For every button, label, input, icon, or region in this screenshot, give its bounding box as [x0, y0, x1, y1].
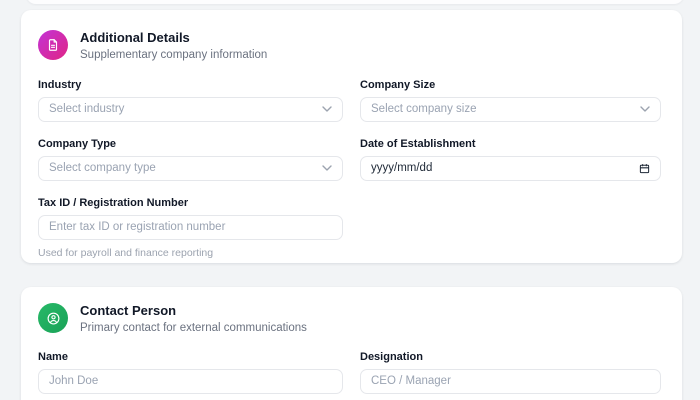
company-type-field: Company Type Select company type: [38, 138, 343, 181]
industry-label: Industry: [38, 79, 343, 91]
section-title: Additional Details: [80, 30, 267, 46]
industry-select[interactable]: Select industry: [38, 97, 343, 122]
date-of-establishment-input[interactable]: yyyy/mm/dd: [360, 156, 661, 181]
company-size-select[interactable]: Select company size: [360, 97, 661, 122]
company-type-select-placeholder: Select company type: [49, 162, 156, 174]
name-field: Name: [38, 351, 343, 394]
designation-field: Designation: [360, 351, 661, 394]
company-type-label: Company Type: [38, 138, 343, 150]
calendar-icon[interactable]: [639, 163, 650, 174]
tax-id-helper-text: Used for payroll and finance reporting: [38, 247, 343, 259]
tax-id-field: Tax ID / Registration Number Used for pa…: [38, 197, 343, 259]
name-label: Name: [38, 351, 343, 363]
designation-input[interactable]: [360, 369, 661, 394]
company-size-label: Company Size: [360, 79, 661, 91]
section-subtitle: Supplementary company information: [80, 49, 267, 61]
section-subtitle: Primary contact for external communicati…: [80, 322, 307, 334]
date-of-establishment-label: Date of Establishment: [360, 138, 661, 150]
industry-select-placeholder: Select industry: [49, 103, 124, 115]
company-size-select-placeholder: Select company size: [371, 103, 476, 115]
chevron-down-icon: [322, 106, 332, 112]
designation-label: Designation: [360, 351, 661, 363]
tax-id-label: Tax ID / Registration Number: [38, 197, 343, 209]
contact-person-card: Contact Person Primary contact for exter…: [21, 287, 682, 400]
section-title: Contact Person: [80, 303, 307, 319]
name-input[interactable]: [38, 369, 343, 394]
previous-card-bottom-edge: [26, 0, 684, 4]
page: Additional Details Supplementary company…: [0, 0, 700, 400]
document-icon: [38, 30, 68, 60]
section-heading: Additional Details Supplementary company…: [80, 30, 267, 61]
section-heading: Contact Person Primary contact for exter…: [80, 303, 307, 334]
chevron-down-icon: [640, 106, 650, 112]
company-size-field: Company Size Select company size: [360, 79, 661, 122]
date-format-value: yyyy/mm/dd: [371, 162, 432, 174]
user-circle-icon: [38, 303, 68, 333]
contact-person-header: Contact Person Primary contact for exter…: [38, 303, 661, 334]
company-type-select[interactable]: Select company type: [38, 156, 343, 181]
additional-details-card: Additional Details Supplementary company…: [21, 10, 682, 263]
industry-field: Industry Select industry: [38, 79, 343, 122]
tax-id-input[interactable]: [38, 215, 343, 240]
additional-details-header: Additional Details Supplementary company…: [38, 30, 661, 61]
chevron-down-icon: [322, 165, 332, 171]
date-of-establishment-field: Date of Establishment yyyy/mm/dd: [360, 138, 661, 181]
